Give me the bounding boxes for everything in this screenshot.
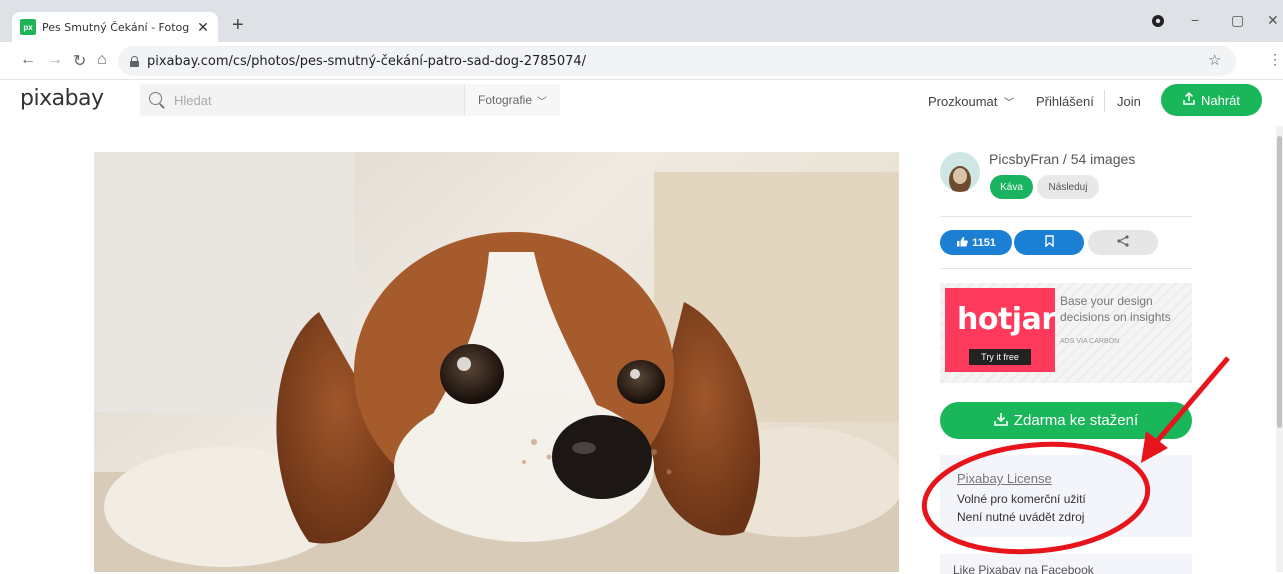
author-avatar[interactable] xyxy=(940,152,980,192)
follow-button[interactable]: Následuj xyxy=(1037,175,1099,199)
scrollbar-thumb[interactable] xyxy=(1277,136,1282,428)
search-input[interactable] xyxy=(174,92,474,108)
hotjar-ad-image[interactable]: hotjar Try it free xyxy=(945,288,1056,372)
facebook-like-text[interactable]: Like Pixabay na Facebook xyxy=(953,563,1094,574)
chevron-down-icon: ﹀ xyxy=(537,96,548,108)
header-divider xyxy=(1104,90,1105,112)
bookmark-star-icon[interactable]: ☆ xyxy=(1208,51,1221,69)
download-label: Zdarma ke stažení xyxy=(1013,412,1139,429)
browser-tab[interactable]: px Pes Smutný Čekání - Fotografie z ✕ xyxy=(12,12,218,42)
upload-button[interactable]: Nahrát xyxy=(1161,84,1262,116)
share-button[interactable] xyxy=(1088,230,1158,255)
explore-label: Prozkoumat xyxy=(928,94,998,109)
hotjar-logo: hotjar xyxy=(957,302,1056,337)
chevron-down-icon: ﹀ xyxy=(1004,98,1014,109)
profile-icon[interactable] xyxy=(1151,14,1165,31)
license-commercial-use: Volné pro komerční užití xyxy=(957,492,1086,506)
upload-label: Nahrát xyxy=(1200,92,1241,108)
forward-arrow-icon[interactable]: → xyxy=(47,51,63,69)
search-type-label: Fotografie xyxy=(477,93,533,107)
divider xyxy=(940,268,1192,269)
browser-tabstrip: px Pes Smutný Čekání - Fotografie z ✕ + … xyxy=(0,0,1283,42)
facebook-box: Like Pixabay na Facebook xyxy=(940,554,1192,574)
thumbs-up-icon xyxy=(956,236,968,250)
carbon-ad[interactable]: hotjar Try it free Base your design deci… xyxy=(940,283,1192,383)
author-name[interactable]: PicsbyFran / 54 images xyxy=(989,151,1135,167)
search-type-dropdown[interactable]: Fotografie ﹀ xyxy=(464,84,560,116)
browser-toolbar: ← → ↻ ⌂ pixabay.com/cs/photos/pes-smutný… xyxy=(0,42,1283,80)
url-text: pixabay.com/cs/photos/pes-smutný-čekání-… xyxy=(147,53,587,69)
ads-via-carbon[interactable]: ADS VIA CARBON xyxy=(1060,338,1119,345)
join-link[interactable]: Join xyxy=(1117,94,1141,109)
license-box: Pixabay License Volné pro komerční užití… xyxy=(940,455,1192,537)
lock-icon xyxy=(130,55,139,67)
license-link[interactable]: Pixabay License xyxy=(957,471,1052,486)
back-arrow-icon[interactable]: ← xyxy=(20,51,36,69)
try-it-free-button[interactable]: Try it free xyxy=(969,349,1031,365)
maximize-icon[interactable]: ▢ xyxy=(1231,12,1244,29)
close-tab-icon[interactable]: ✕ xyxy=(196,19,210,36)
license-no-attribution: Není nutné uvádět zdroj xyxy=(957,510,1085,524)
site-header: pixabay Fotografie ﹀ Prozkoumat ﹀ Přihlá… xyxy=(0,80,1283,126)
reload-icon[interactable]: ↻ xyxy=(73,51,86,71)
tab-title: Pes Smutný Čekání - Fotografie z xyxy=(42,20,190,34)
login-link[interactable]: Přihlášení xyxy=(1036,94,1094,109)
search-icon[interactable] xyxy=(146,89,168,111)
like-count: 1151 xyxy=(972,236,996,249)
upload-icon xyxy=(1183,91,1195,108)
pixabay-logo[interactable]: pixabay xyxy=(20,86,104,111)
window-close-icon[interactable]: ✕ xyxy=(1267,12,1279,29)
search-bar: Fotografie ﹀ xyxy=(140,84,560,116)
free-download-button[interactable]: Zdarma ke stažení xyxy=(940,402,1192,439)
bookmark-icon xyxy=(1044,234,1054,252)
new-tab-icon[interactable]: + xyxy=(232,14,244,37)
coffee-button[interactable]: Káva xyxy=(990,175,1033,199)
main-photo[interactable] xyxy=(94,152,899,572)
minimize-icon[interactable]: − xyxy=(1191,12,1199,28)
save-bookmark-button[interactable] xyxy=(1014,230,1084,255)
divider xyxy=(940,216,1192,217)
home-icon[interactable]: ⌂ xyxy=(97,51,107,69)
share-icon xyxy=(1117,234,1129,252)
address-bar[interactable]: pixabay.com/cs/photos/pes-smutný-čekání-… xyxy=(118,46,1236,76)
download-icon xyxy=(994,412,1008,430)
menu-kebab-icon[interactable]: ⋮ xyxy=(1268,51,1282,68)
pixabay-favicon-icon: px xyxy=(20,19,36,35)
ad-text[interactable]: Base your design decisions on insights xyxy=(1060,293,1190,325)
like-button[interactable]: 1151 xyxy=(940,230,1012,255)
explore-menu[interactable]: Prozkoumat ﹀ xyxy=(928,94,1014,109)
dog-photo-illustration xyxy=(94,152,899,572)
